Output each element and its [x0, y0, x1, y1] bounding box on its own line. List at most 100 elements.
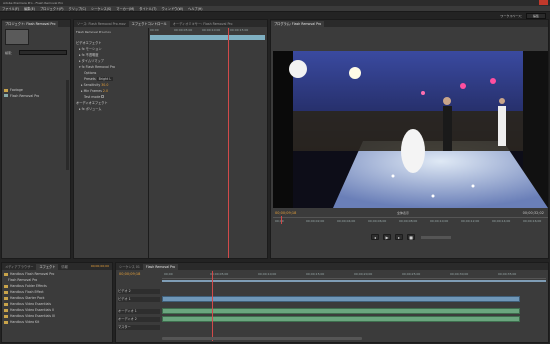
tab-info[interactable]: 情報: [58, 264, 70, 270]
list-item[interactable]: Footage: [4, 88, 68, 93]
sensitivity-value[interactable]: 30.0: [101, 83, 108, 87]
timeline-panel: シーケンス 01 Flash Removal Pro 00;00;09;18 0…: [115, 262, 549, 343]
timeline-ruler: 00;00 00;00;05;00 00;00;10;00 00;00;15;0…: [162, 271, 546, 279]
folder-icon: [4, 308, 8, 312]
menu-clip[interactable]: クリップ(C): [69, 6, 86, 11]
timeline-timecode[interactable]: 00;00;09;18: [119, 272, 140, 276]
step-forward-icon: ▸: [397, 235, 400, 240]
stop-button[interactable]: ■: [407, 234, 415, 240]
tab-program[interactable]: プログラム: Flash Removal Pro: [271, 21, 325, 27]
search-input[interactable]: [19, 50, 67, 55]
program-monitor: プログラム: Flash Removal Pro 00;00;09;18 全体表…: [270, 19, 549, 259]
workspace-label: ワークスペース：: [500, 14, 524, 18]
effect-section-video[interactable]: ビデオエフェクト: [76, 41, 148, 46]
monitor-timecode[interactable]: 00;00;09;18: [275, 211, 296, 215]
audio-clip[interactable]: [162, 316, 520, 322]
video-clip[interactable]: [162, 296, 520, 302]
search-area: 検索：: [5, 50, 67, 55]
monitor-fit-select[interactable]: 全体表示: [397, 211, 409, 215]
track-header-audio-1[interactable]: オーディオ 1: [118, 309, 160, 314]
effect-volume[interactable]: ▸ fx ボリューム: [76, 107, 148, 112]
effect-section-audio[interactable]: オーディオエフェクト: [76, 101, 148, 106]
tab-sequence-flash[interactable]: Flash Removal Pro: [142, 264, 179, 270]
menu-marker[interactable]: マーカー(M): [116, 6, 134, 11]
tab-media-browser[interactable]: メディアブラウザー: [2, 264, 36, 270]
step-forward-button[interactable]: ▸: [395, 234, 403, 240]
app-title: Adobe Premiere Pro - Flash Removal Pro: [3, 1, 64, 5]
monitor-ruler: 00;00 00;00;02;00 00;00;04;00 00;00;06;0…: [273, 217, 548, 227]
timeline-scrollbar[interactable]: [162, 337, 362, 340]
effect-flash-removal[interactable]: ▾ fx Flash Removal Pro: [76, 65, 148, 70]
presets-select[interactable]: Bright L: [96, 77, 114, 81]
project-scrollbar[interactable]: [66, 80, 69, 170]
effect-min-frames[interactable]: ▸ Min Frames 2.0: [76, 89, 148, 94]
menu-edit[interactable]: 編集(E): [24, 6, 35, 11]
min-frames-value[interactable]: 2.0: [103, 89, 108, 93]
tab-effects[interactable]: エフェクト: [36, 264, 59, 270]
jog-shuttle[interactable]: [421, 236, 451, 239]
video-frame: [273, 51, 548, 208]
menu-title[interactable]: タイトル(T): [139, 6, 156, 11]
effect-header: Flash Removal Pro.mov: [76, 30, 111, 34]
folder-icon: [4, 296, 8, 300]
menu-project[interactable]: プロジェクト(P): [40, 6, 64, 11]
timeline-playhead[interactable]: [212, 271, 213, 341]
folder-icon: [4, 88, 8, 92]
effect-options[interactable]: Options: [76, 71, 148, 76]
list-item[interactable]: Flash Removal Pro: [4, 278, 110, 283]
work-area-bar[interactable]: [162, 280, 546, 282]
effect-test-mode[interactable]: Test mode: [76, 95, 148, 100]
list-item[interactable]: Handbus Starter Pack: [4, 296, 110, 301]
media-browser-panel: メディアブラウザー エフェクト 情報 00;00;00;00 Handbus F…: [1, 262, 113, 343]
folder-icon: [4, 272, 8, 276]
menu-window[interactable]: ウィンドウ(W): [161, 6, 183, 11]
track-header-audio-2[interactable]: オーディオ 2: [118, 317, 160, 322]
menu-help[interactable]: ヘルプ(H): [188, 6, 202, 11]
step-back-button[interactable]: ◂: [371, 234, 379, 240]
list-item[interactable]: Handbus Flash Removal Pro: [4, 272, 110, 277]
project-panel: プロジェクト: Flash Removal Pro 検索： Footage Fl…: [1, 19, 71, 259]
track-header-video-2[interactable]: ビデオ 2: [118, 289, 160, 294]
search-label: 検索：: [5, 51, 15, 55]
tab-source[interactable]: ソース: Flash Removal Pro.mov: [74, 21, 129, 27]
video-clip-icon: [4, 94, 8, 97]
effect-time-ruler: 00:00 00:00:05:00 00:00:10:00 00:00:15:0…: [150, 28, 249, 32]
tab-sequence-01[interactable]: シーケンス 01: [116, 264, 143, 270]
folder-icon: [4, 314, 8, 318]
effect-divider: [148, 28, 149, 258]
list-item[interactable]: Handbus Video Essentials III: [4, 314, 110, 319]
effect-motion[interactable]: ▸ fx モーション: [76, 47, 148, 52]
play-button[interactable]: ▶: [383, 234, 391, 240]
play-icon: ▶: [385, 235, 389, 240]
list-item[interactable]: Handbus Folder Effects: [4, 284, 110, 289]
folder-icon: [4, 302, 8, 306]
tab-effect-controls[interactable]: エフェクトコントロール: [128, 21, 170, 27]
track-header-master[interactable]: マスター: [118, 325, 160, 330]
list-item[interactable]: Handbus Video Essentials II: [4, 308, 110, 313]
test-mode-checkbox[interactable]: [101, 95, 105, 98]
monitor-transport: ◂ ▶ ▸ ■: [271, 230, 550, 248]
list-item[interactable]: Handbus Video Kit: [4, 320, 110, 325]
effect-opacity[interactable]: ▸ fx 不透明度: [76, 53, 148, 58]
list-item[interactable]: Flash Removal Pro: [4, 94, 68, 99]
project-thumbnail: [5, 29, 29, 45]
monitor-duration: 00;00;32;02: [522, 211, 544, 215]
effect-sensitivity[interactable]: ▸ Sensitivity 30.0: [76, 83, 148, 88]
list-item[interactable]: Handbus Video Essentials: [4, 302, 110, 307]
folder-icon: [4, 284, 8, 288]
effect-controls-panel: ソース: Flash Removal Pro.mov エフェクトコントロール オ…: [73, 19, 268, 259]
effect-time-remap[interactable]: ▸ タイムリマップ: [76, 59, 148, 64]
folder-icon: [4, 290, 8, 294]
tab-project[interactable]: プロジェクト: Flash Removal Pro: [2, 21, 59, 27]
list-item[interactable]: Handbus Flash Effect: [4, 290, 110, 295]
effect-playhead[interactable]: [228, 28, 229, 258]
audio-clip[interactable]: [162, 308, 520, 314]
close-icon[interactable]: [539, 0, 548, 5]
effect-presets[interactable]: Presets Bright L: [76, 77, 148, 82]
menu-bar: ファイル(F) 編集(E) プロジェクト(P) クリップ(C) シーケンス(S)…: [0, 6, 550, 12]
track-header-video-1[interactable]: ビデオ 1: [118, 297, 160, 302]
tab-audio-mixer[interactable]: オーディオミキサー: Flash Removal Pro: [170, 21, 236, 27]
menu-sequence[interactable]: シーケンス(S): [91, 6, 111, 11]
menu-file[interactable]: ファイル(F): [2, 6, 19, 11]
monitor-playhead[interactable]: [281, 216, 282, 224]
